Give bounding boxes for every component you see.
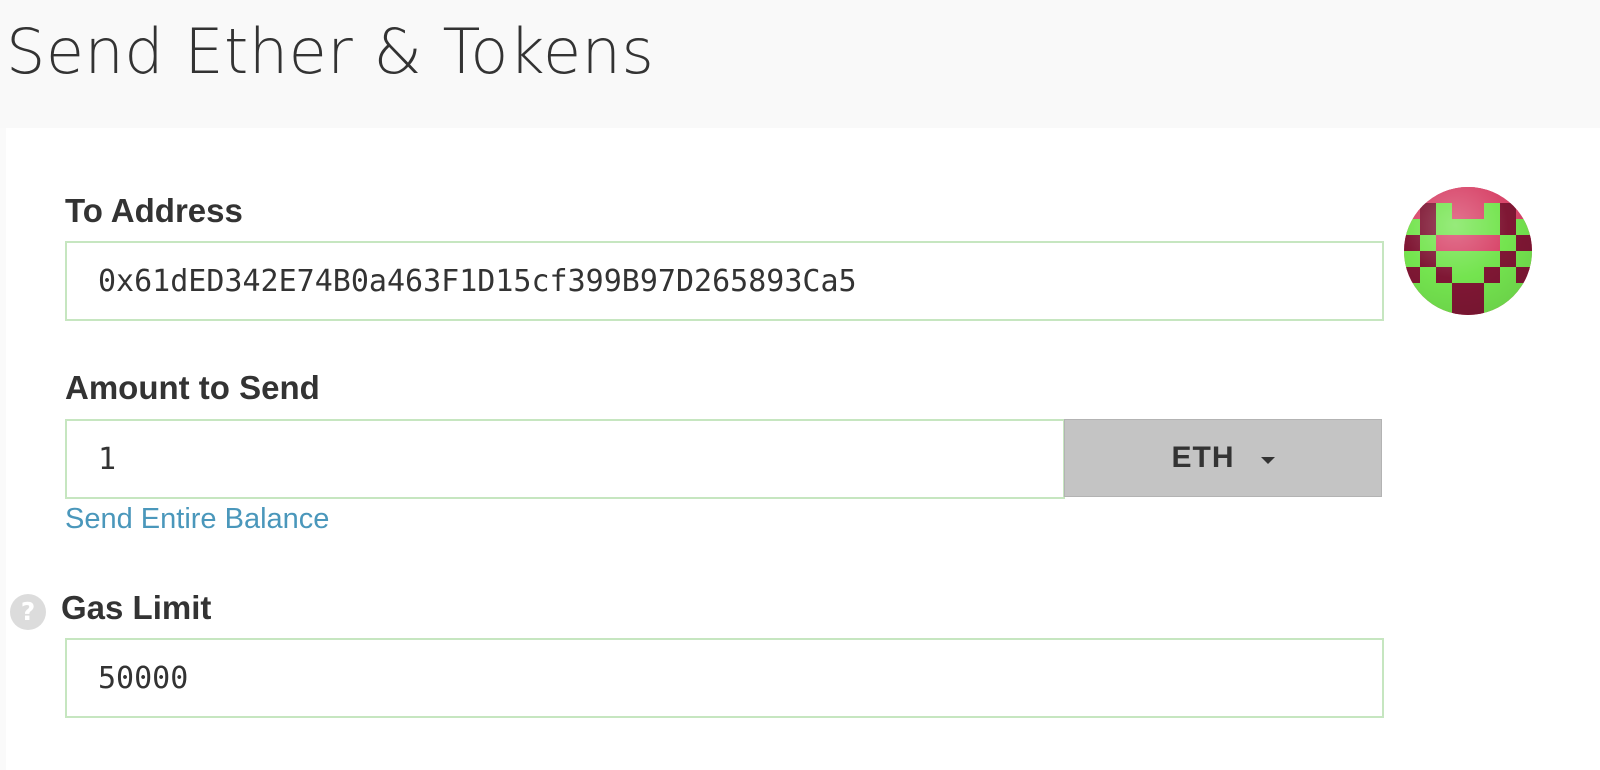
send-entire-balance-link[interactable]: Send Entire Balance bbox=[65, 499, 329, 539]
address-identicon-avatar bbox=[1404, 187, 1532, 315]
to-address-input[interactable] bbox=[65, 241, 1384, 321]
send-form-card: To Address 0x61dED342E74B0a463F1D15cf399… bbox=[6, 128, 1600, 770]
identicon-icon bbox=[1404, 187, 1532, 315]
currency-unit-dropdown[interactable]: ETH bbox=[1064, 419, 1382, 497]
amount-input[interactable] bbox=[65, 419, 1065, 499]
to-address-label: To Address bbox=[65, 192, 243, 229]
page-title: Send Ether & Tokens bbox=[6, 15, 655, 88]
gas-limit-label: Gas Limit bbox=[61, 589, 212, 626]
page-header: Send Ether & Tokens bbox=[0, 0, 1600, 128]
gas-limit-input[interactable] bbox=[65, 638, 1384, 718]
help-icon[interactable]: ? bbox=[10, 594, 46, 630]
amount-label: Amount to Send bbox=[65, 369, 320, 406]
currency-unit-label: ETH bbox=[1171, 441, 1235, 474]
chevron-down-icon bbox=[1260, 456, 1275, 464]
